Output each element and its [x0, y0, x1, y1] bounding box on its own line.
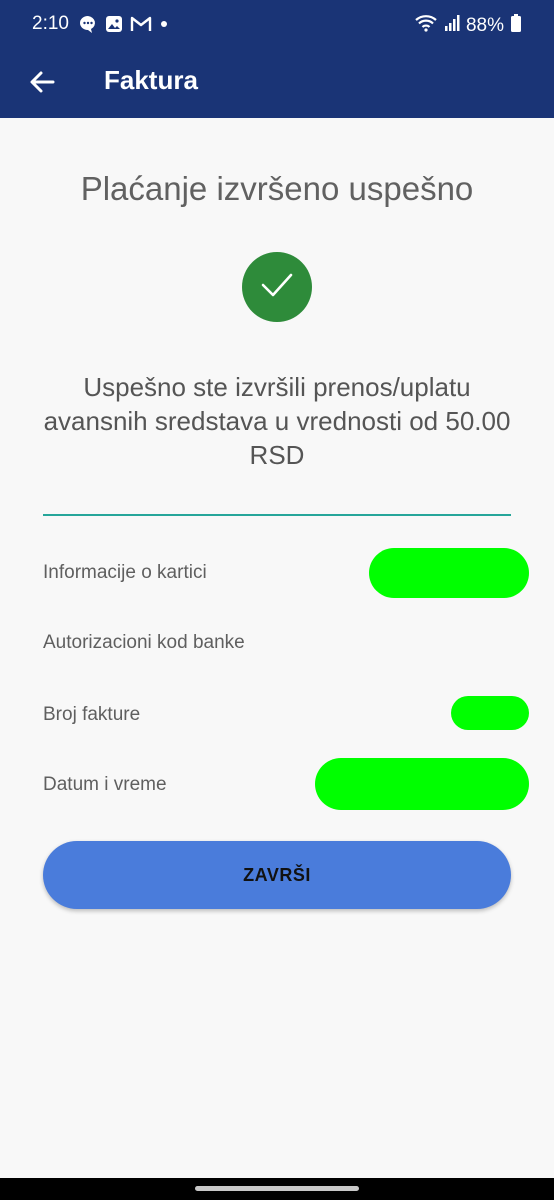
- detail-row-auth-code: Autorizacioni kod banke: [43, 618, 529, 670]
- success-message: Uspešno ste izvršili prenos/uplatu avans…: [43, 372, 511, 470]
- header: 2:10 88% Faktura: [0, 0, 554, 118]
- gallery-icon: [104, 14, 124, 34]
- gmail-icon: [130, 15, 152, 33]
- status-time: 2:10: [32, 13, 69, 34]
- detail-row-date-time: Datum i vreme: [43, 758, 529, 810]
- wifi-icon: [414, 13, 438, 39]
- battery-level: 88%: [465, 15, 504, 36]
- home-gesture-handle[interactable]: [195, 1186, 359, 1191]
- notification-icons: [78, 14, 170, 34]
- signal-icon: [444, 14, 460, 38]
- redacted-value: [369, 548, 529, 598]
- redacted-value: [315, 758, 529, 810]
- back-button[interactable]: [20, 62, 64, 106]
- checkmark-icon: [260, 272, 294, 303]
- detail-label: Broj fakture: [43, 704, 141, 725]
- detail-label: Autorizacioni kod banke: [43, 632, 245, 653]
- dot-icon: [158, 18, 170, 30]
- success-badge: [242, 252, 312, 322]
- page-title: Faktura: [104, 65, 198, 95]
- status-indicators: 88%: [414, 13, 522, 39]
- detail-label: Informacije o kartici: [43, 562, 207, 583]
- divider: [43, 514, 511, 516]
- app-bar: Faktura: [0, 50, 554, 118]
- battery-icon: [510, 13, 522, 39]
- status-bar: 2:10 88%: [0, 0, 554, 50]
- redacted-value: [451, 696, 529, 730]
- system-nav-bar: [0, 1178, 554, 1200]
- payment-result: Plaćanje izvršeno uspešno Uspešno ste iz…: [0, 118, 554, 1178]
- detail-row-invoice-number: Broj fakture: [43, 696, 529, 748]
- finish-button[interactable]: ZAVRŠI: [43, 841, 511, 909]
- arrow-back-icon: [29, 69, 55, 100]
- chat-icon: [78, 14, 98, 34]
- detail-label: Datum i vreme: [43, 774, 167, 795]
- success-heading: Plaćanje izvršeno uspešno: [80, 170, 474, 207]
- detail-row-card-info: Informacije o kartici: [43, 548, 529, 600]
